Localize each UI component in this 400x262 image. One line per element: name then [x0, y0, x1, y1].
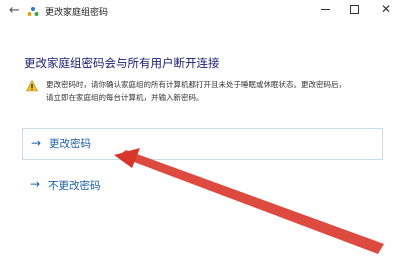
window-title: 更改家庭组密码	[45, 8, 109, 18]
homegroup-icon	[27, 7, 39, 16]
close-button[interactable]: ✕	[379, 2, 393, 16]
change-password-label: 更改密码	[49, 138, 91, 150]
minimize-button[interactable]	[319, 2, 333, 16]
back-arrow-icon[interactable]: ←	[9, 4, 23, 18]
arrow-right-icon: →	[30, 177, 41, 191]
warning-icon	[26, 80, 38, 92]
warning-message-line-1: 更改密码时，请你确认家庭组的所有计算机都打开且未处于睡眠或休眠状态。更改密码后，	[46, 80, 346, 89]
keep-password-label: 不更改密码	[48, 180, 101, 192]
keep-password-option[interactable]: → 不更改密码	[22, 177, 172, 197]
warning-message-line-2: 请立即在家庭组的每台计算机，并输入新密码。	[46, 93, 204, 102]
change-password-option[interactable]: → 更改密码	[22, 128, 383, 160]
page-heading: 更改家庭组密码会与所有用户断开连接	[24, 56, 220, 70]
title-bar: ← 更改家庭组密码 ✕	[0, 0, 400, 26]
maximize-button[interactable]	[350, 5, 359, 14]
arrow-right-icon: →	[31, 136, 42, 150]
